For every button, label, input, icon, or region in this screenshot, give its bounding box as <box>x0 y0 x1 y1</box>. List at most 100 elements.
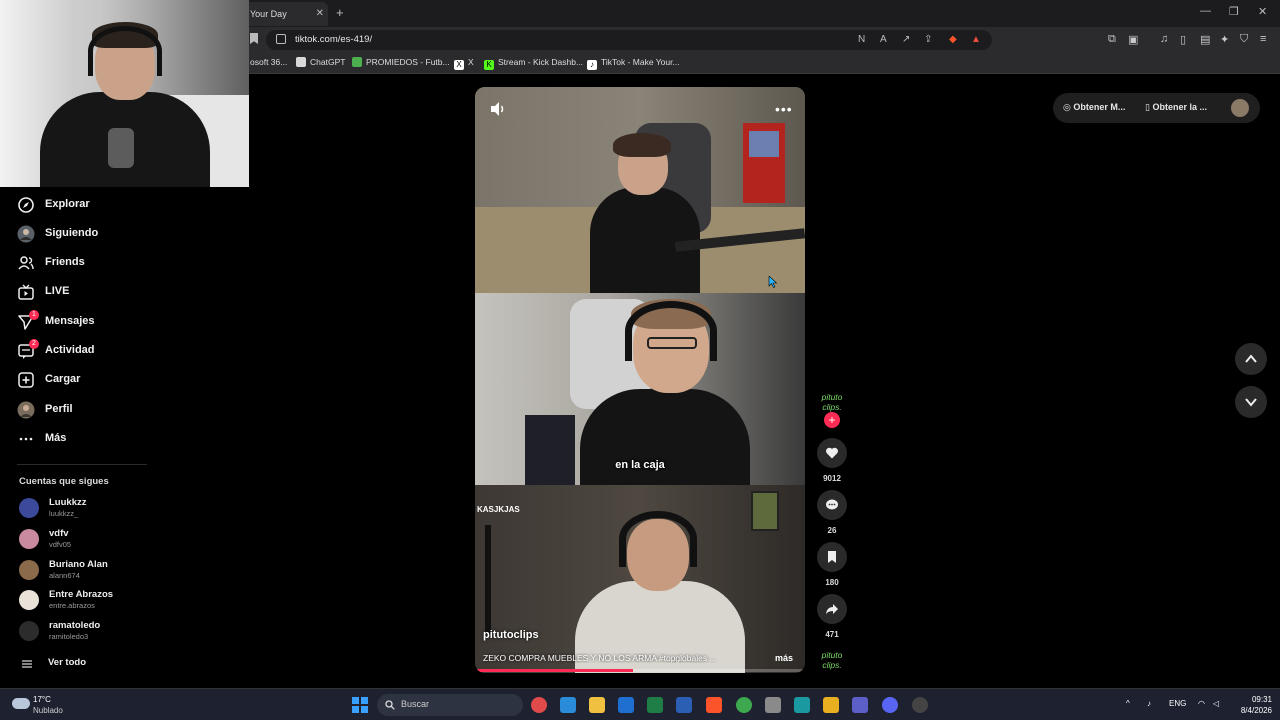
site-info-icon[interactable] <box>276 34 286 44</box>
extensions-icon[interactable]: ⧉ <box>1108 33 1116 46</box>
sidebar-icon[interactable]: ▯ <box>1180 33 1186 46</box>
file-manager-icon[interactable] <box>765 697 781 713</box>
speaker-icon[interactable]: ◁ <box>1213 699 1219 708</box>
store-icon[interactable] <box>823 697 839 713</box>
user-avatar[interactable] <box>1231 99 1249 117</box>
brave-shield-icon[interactable]: ◆ <box>949 34 957 45</box>
following-account[interactable]: vdfv vdfv05 <box>19 527 159 553</box>
following-account[interactable]: Buriano Alan alann674 <box>19 558 159 584</box>
address-bar[interactable]: tiktok.com/es-419/ N A ↗ ⇪ ◆ ▲ <box>266 30 992 50</box>
sidebar-item-cargar[interactable]: Cargar <box>17 370 147 392</box>
bookmark-item[interactable]: XX <box>454 57 474 70</box>
get-app-button[interactable]: ▯ Obtener la ... <box>1145 102 1207 113</box>
menu-icon[interactable]: ≡ <box>1260 33 1266 45</box>
screenshot-icon[interactable]: ▣ <box>1128 33 1138 46</box>
video-author[interactable]: pitutoclips <box>483 629 539 641</box>
follow-button[interactable]: + <box>824 412 840 428</box>
sidebar-item-label: Actividad <box>45 344 95 356</box>
new-tab-icon[interactable]: + <box>336 5 344 20</box>
open-external-icon[interactable]: ↗ <box>902 34 910 45</box>
brave-browser-icon[interactable] <box>706 697 722 713</box>
person-body <box>580 389 750 489</box>
microphone-icon[interactable]: ♪ <box>1147 699 1151 708</box>
weather-description[interactable]: Nublado <box>33 706 63 715</box>
brave-rewards-icon[interactable]: ▲ <box>971 34 981 45</box>
avatar <box>19 529 39 549</box>
wallet-icon[interactable]: ▤ <box>1200 33 1210 46</box>
headset <box>619 511 697 567</box>
sidebar-item-friends[interactable]: Friends <box>17 253 147 275</box>
save-button[interactable] <box>817 542 847 572</box>
vpn-shield-icon[interactable]: ⛉ <box>1240 33 1248 46</box>
reader-icon[interactable]: N <box>858 34 865 45</box>
excel-icon[interactable] <box>647 697 663 713</box>
bookmark-item[interactable]: osoft 36... <box>250 57 287 67</box>
share-icon[interactable]: ⇪ <box>924 34 932 45</box>
sidebar-item-siguiendo[interactable]: Siguiendo <box>17 224 147 246</box>
leo-ai-icon[interactable]: ✦ <box>1220 33 1229 46</box>
get-coins-button[interactable]: ◎ Obtener M... <box>1063 102 1125 113</box>
teams-icon[interactable] <box>852 697 868 713</box>
bookmark-item[interactable]: ♪ TikTok - Make Your... <box>587 57 680 70</box>
get-app-bar: ◎ Obtener M... ▯ Obtener la ... <box>1053 93 1260 123</box>
media-player-icon[interactable] <box>531 697 547 713</box>
save-count: 180 <box>825 578 839 587</box>
music-disc[interactable]: pituto clips. <box>812 650 852 670</box>
sidebar-item-live[interactable]: LIVE <box>17 282 147 304</box>
bookmark-item[interactable]: ChatGPT <box>296 57 345 67</box>
obs-icon[interactable] <box>912 697 928 713</box>
previous-video-button[interactable] <box>1235 343 1267 375</box>
video-progress-bar[interactable] <box>475 669 805 672</box>
weather-temperature[interactable]: 17°C <box>33 695 51 704</box>
next-video-button[interactable] <box>1235 386 1267 418</box>
sidebar-item-mensajes[interactable]: 1 Mensajes <box>17 310 147 334</box>
minimize-icon[interactable]: — <box>1200 5 1211 17</box>
sidebar-item-explorar[interactable]: Explorar <box>17 195 147 217</box>
more-button[interactable]: más <box>775 653 793 663</box>
account-handle: vdfv05 <box>49 540 72 549</box>
word-icon[interactable] <box>676 697 692 713</box>
discord-icon[interactable] <box>882 697 898 713</box>
see-all-button[interactable]: Ver todo <box>19 657 119 671</box>
account-name: Buriano Alan <box>49 559 108 570</box>
chrome-icon[interactable] <box>736 697 752 713</box>
following-account[interactable]: Entre Abrazos entre.abrazos <box>19 588 159 614</box>
creator-avatar[interactable]: pituto clips. <box>812 392 852 412</box>
taskbar-search[interactable]: Buscar <box>377 694 523 716</box>
image-viewer-icon[interactable] <box>794 697 810 713</box>
translate-icon[interactable]: A <box>880 34 887 45</box>
url-text[interactable]: tiktok.com/es-419/ <box>295 34 372 45</box>
wall-frame <box>751 491 779 531</box>
file-explorer-icon[interactable] <box>589 697 605 713</box>
bookmark-icon[interactable] <box>250 33 258 44</box>
browser-tab[interactable]: Your Day ✕ <box>244 2 328 26</box>
vscode-icon[interactable] <box>560 697 576 713</box>
system-clock[interactable]: 09:31 8/4/2026 <box>1234 694 1272 716</box>
more-options-icon[interactable]: ••• <box>775 101 793 117</box>
music-icon[interactable]: ♫ <box>1160 33 1168 45</box>
windows-start-icon[interactable] <box>352 697 368 713</box>
wifi-icon[interactable]: ◠ <box>1198 699 1205 708</box>
bookmark-item[interactable]: PROMIEDOS - Futb... <box>352 57 450 67</box>
like-button[interactable] <box>817 438 847 468</box>
comment-button[interactable] <box>817 490 847 520</box>
volume-icon[interactable] <box>489 101 507 117</box>
tab-close-icon[interactable]: ✕ <box>316 2 324 26</box>
close-window-icon[interactable]: ✕ <box>1258 5 1267 18</box>
tray-chevron-up-icon[interactable]: ^ <box>1126 699 1130 708</box>
account-name: ramatoledo <box>49 620 101 631</box>
sidebar-item-mas[interactable]: Más <box>17 429 147 451</box>
share-count: 471 <box>825 630 839 639</box>
sidebar-item-actividad[interactable]: 2 Actividad <box>17 339 147 363</box>
language-indicator[interactable]: ENG <box>1169 699 1186 708</box>
bookmark-item[interactable]: K Stream - Kick Dashb... <box>484 57 583 70</box>
restore-icon[interactable]: ❐ <box>1229 5 1239 18</box>
sidebar-item-perfil[interactable]: Perfil <box>17 400 147 422</box>
following-account[interactable]: Luukkzz luukkzz_ <box>19 496 159 522</box>
share-button[interactable] <box>817 594 847 624</box>
arcade-screen <box>749 131 779 157</box>
following-account[interactable]: ramatoledo ramitoledo3 <box>19 619 159 645</box>
video-player[interactable]: ••• en la caja KASJKJAS pitutoclips ZEKO… <box>475 87 805 673</box>
cloud-icon[interactable] <box>12 698 30 709</box>
outlook-icon[interactable] <box>618 697 634 713</box>
